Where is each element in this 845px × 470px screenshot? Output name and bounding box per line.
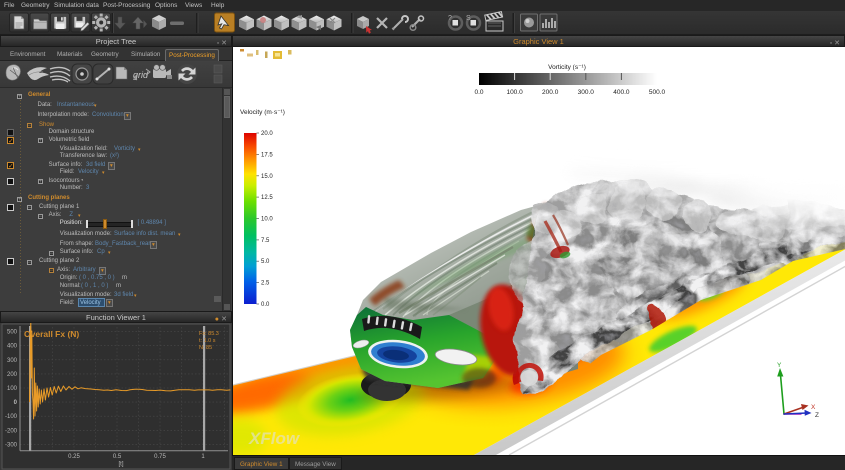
svg-text:300: 300 bbox=[7, 358, 18, 364]
svg-text:200.0: 200.0 bbox=[542, 89, 559, 96]
svg-text:Overall Fx (N): Overall Fx (N) bbox=[24, 329, 79, 339]
svg-text:-100: -100 bbox=[5, 414, 18, 420]
svg-text:17.5: 17.5 bbox=[261, 152, 273, 158]
svg-text:12.5: 12.5 bbox=[261, 195, 273, 201]
svg-text:0.0: 0.0 bbox=[261, 302, 270, 308]
svg-text:N: 85: N: 85 bbox=[199, 345, 212, 351]
svg-text:400.0: 400.0 bbox=[613, 89, 630, 96]
svg-text:200: 200 bbox=[7, 372, 18, 378]
svg-text:-200: -200 bbox=[5, 428, 18, 434]
svg-text:2.5: 2.5 bbox=[261, 281, 270, 287]
svg-text:S: S bbox=[466, 15, 471, 22]
svg-text:500: 500 bbox=[7, 330, 18, 336]
svg-text:0.25: 0.25 bbox=[68, 454, 80, 460]
svg-text:Fx: 85.3: Fx: 85.3 bbox=[199, 331, 219, 337]
svg-text:-300: -300 bbox=[5, 442, 18, 448]
svg-text:Velocity (m·s⁻¹): Velocity (m·s⁻¹) bbox=[240, 109, 285, 116]
svg-text:100: 100 bbox=[7, 386, 18, 392]
svg-text:Vorticity (s⁻¹): Vorticity (s⁻¹) bbox=[548, 64, 586, 71]
svg-text:[t]: [t] bbox=[118, 462, 123, 468]
svg-text:300.0: 300.0 bbox=[578, 89, 595, 96]
svg-text:0.5: 0.5 bbox=[113, 454, 122, 460]
svg-text:100.0: 100.0 bbox=[506, 89, 523, 96]
svg-text:XFlow: XFlow bbox=[248, 429, 301, 448]
svg-text:400: 400 bbox=[7, 344, 18, 350]
svg-text:5.0: 5.0 bbox=[261, 259, 270, 265]
svg-text:Z: Z bbox=[815, 412, 819, 419]
svg-text:X: X bbox=[811, 404, 816, 411]
svg-text:?: ? bbox=[448, 15, 452, 22]
svg-text:t: 1.0 s: t: 1.0 s bbox=[199, 338, 216, 344]
svg-text:20.0: 20.0 bbox=[261, 131, 273, 137]
svg-text:0.75: 0.75 bbox=[154, 454, 166, 460]
svg-text:10.0: 10.0 bbox=[261, 217, 273, 223]
svg-text:7.5: 7.5 bbox=[261, 238, 270, 244]
svg-text:15.0: 15.0 bbox=[261, 174, 273, 180]
svg-text:0.0: 0.0 bbox=[474, 89, 483, 96]
svg-text:500.0: 500.0 bbox=[649, 89, 666, 96]
svg-text:Y: Y bbox=[777, 362, 782, 369]
